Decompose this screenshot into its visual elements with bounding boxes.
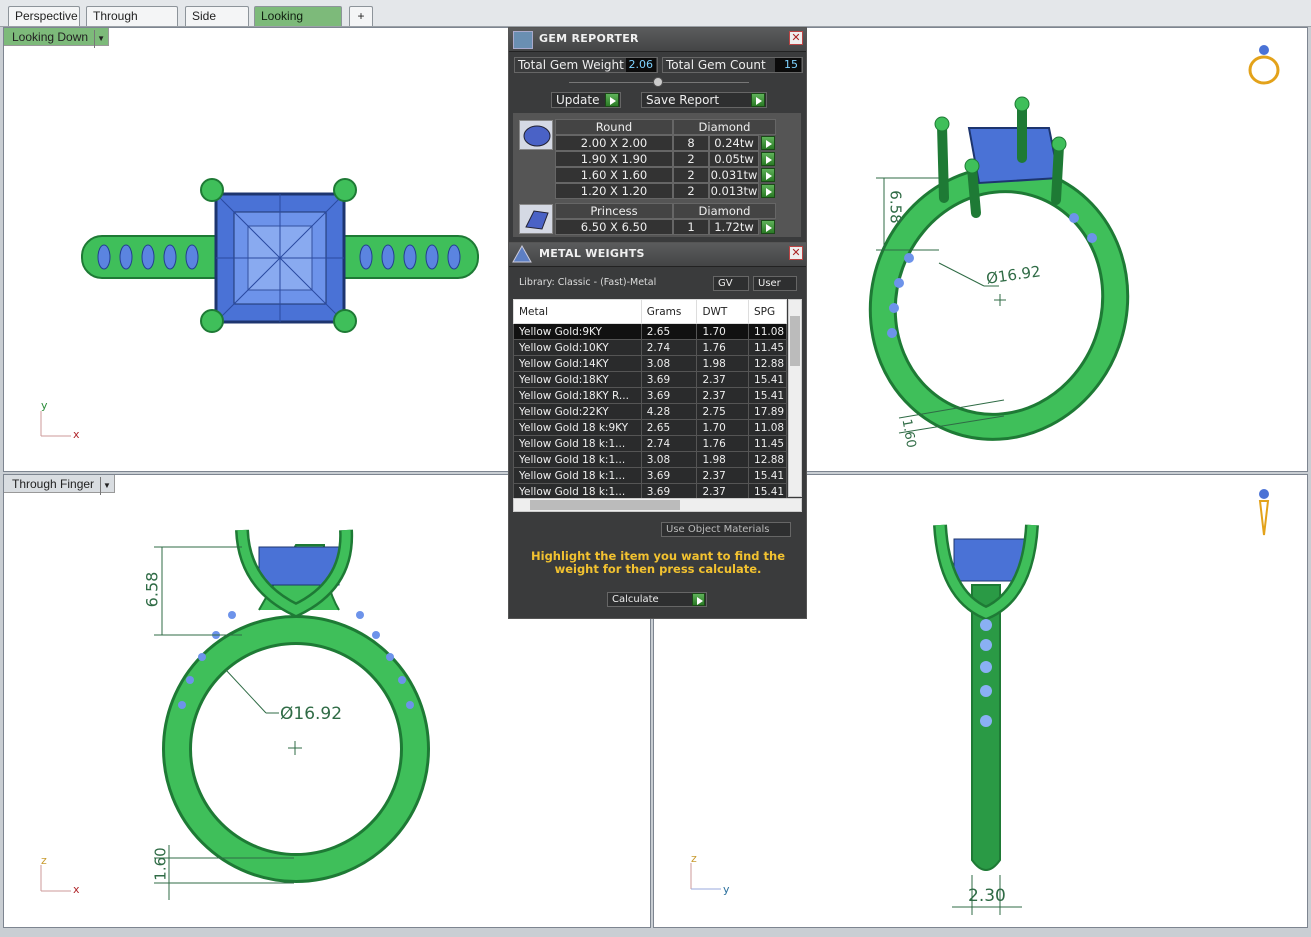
total-gem-count-value: 15 bbox=[775, 58, 801, 72]
gem-reporter-panel: GEM REPORTER ✕ Total Gem Weight 2.06 Tot… bbox=[508, 27, 807, 244]
save-report-button[interactable]: Save Report bbox=[641, 92, 767, 108]
hint-text: Highlight the item you want to find the … bbox=[531, 549, 785, 576]
gem-size: 2.00 X 2.00 bbox=[555, 135, 673, 151]
total-gem-weight-value: 2.06 bbox=[626, 58, 656, 72]
ring-side-orientation-icon[interactable] bbox=[1250, 485, 1278, 541]
metal-weights-title: METAL WEIGHTS bbox=[539, 247, 645, 260]
gem-weight: 1.72tw bbox=[709, 219, 759, 235]
dimension-band-width: 2.30 bbox=[968, 886, 1006, 906]
column-header-grams[interactable]: Grams bbox=[640, 299, 698, 324]
close-icon[interactable]: ✕ bbox=[789, 246, 803, 260]
app-window: Perspective Through Finger Side View Loo… bbox=[0, 0, 1311, 937]
axis-z-label: z bbox=[41, 854, 47, 867]
use-object-materials-toggle[interactable]: Use Object Materials bbox=[661, 522, 791, 537]
table-row[interactable]: Yellow Gold 18 k:1... 2.74 1.76 11.45 bbox=[513, 435, 787, 452]
close-icon[interactable]: ✕ bbox=[789, 31, 803, 45]
gem-weight: 0.24tw bbox=[709, 135, 759, 151]
column-header-dwt[interactable]: DWT bbox=[696, 299, 750, 324]
gem-reporter-title: GEM REPORTER bbox=[539, 32, 639, 45]
gem-shape-princess: Princess bbox=[555, 203, 673, 219]
dimension-prong-height: 6.58 bbox=[142, 571, 162, 608]
select-gem-icon[interactable] bbox=[761, 136, 775, 150]
library-label: Library: Classic - (Fast)-Metal bbox=[519, 277, 657, 288]
gem-shape-round: Round bbox=[555, 119, 673, 135]
axis-x-label: x bbox=[73, 883, 80, 896]
vertical-scrollbar[interactable] bbox=[788, 299, 802, 497]
viewport-tab-bar: Perspective Through Finger Side View Loo… bbox=[0, 0, 1311, 41]
princess-gem-icon bbox=[519, 204, 553, 234]
horizontal-scrollbar[interactable] bbox=[513, 498, 802, 512]
gem-qty: 2 bbox=[673, 167, 709, 183]
metal-table: Metal Grams DWT SPG Yellow Gold:9KY 2.65 1… bbox=[513, 299, 787, 500]
dimension-band-thickness: 1.60 bbox=[151, 847, 170, 881]
user-toggle[interactable]: User bbox=[753, 276, 797, 291]
table-row[interactable]: Yellow Gold:14KY 3.08 1.98 12.88 bbox=[513, 355, 787, 372]
table-row[interactable]: Yellow Gold 18 k:1... 3.69 2.37 15.41 bbox=[513, 467, 787, 484]
metal-weights-titlebar[interactable]: METAL WEIGHTS ✕ bbox=[509, 243, 806, 267]
table-row[interactable]: Yellow Gold:10KY 2.74 1.76 11.45 bbox=[513, 339, 787, 356]
select-gem-icon[interactable] bbox=[761, 152, 775, 166]
dimension-ring-diameter: Ø16.92 bbox=[280, 704, 343, 724]
tab-looking-down[interactable]: Looking Down bbox=[254, 6, 342, 41]
gem-reporter-titlebar[interactable]: GEM REPORTER ✕ bbox=[509, 28, 806, 52]
gem-size: 6.50 X 6.50 bbox=[555, 219, 673, 235]
gem-size: 1.90 X 1.90 bbox=[555, 151, 673, 167]
tab-through-finger[interactable]: Through Finger bbox=[86, 6, 178, 41]
gem-weight: 0.05tw bbox=[709, 151, 759, 167]
ring-orientation-icon[interactable] bbox=[1246, 42, 1282, 86]
tab-perspective[interactable]: Perspective bbox=[8, 6, 80, 26]
round-gem-icon bbox=[519, 120, 553, 150]
select-gem-icon[interactable] bbox=[761, 220, 775, 234]
gem-qty: 1 bbox=[673, 219, 709, 235]
select-gem-icon[interactable] bbox=[761, 168, 775, 182]
save-report-go-icon[interactable] bbox=[751, 93, 765, 107]
gem-qty: 2 bbox=[673, 151, 709, 167]
table-header-row: Metal Grams DWT SPG bbox=[513, 299, 787, 324]
gem-qty: 2 bbox=[673, 183, 709, 199]
axis-x-label: x bbox=[73, 428, 80, 441]
table-row[interactable]: Yellow Gold:9KY 2.65 1.70 11.08 bbox=[513, 323, 787, 340]
calculate-go-icon[interactable] bbox=[692, 593, 705, 606]
axis-y-label: y bbox=[41, 399, 48, 412]
column-header-spg[interactable]: SPG bbox=[748, 299, 787, 324]
dimension-prong-height: 6.58 bbox=[886, 190, 905, 224]
gem-size: 1.20 X 1.20 bbox=[555, 183, 673, 199]
table-row[interactable]: Yellow Gold:18KY 3.69 2.37 15.41 bbox=[513, 371, 787, 388]
column-header-metal[interactable]: Metal bbox=[513, 299, 642, 324]
tab-side-view[interactable]: Side View bbox=[185, 6, 249, 41]
table-row[interactable]: Yellow Gold 18 k:9KY 2.65 1.70 11.08 bbox=[513, 419, 787, 436]
gem-weight: 0.031tw bbox=[709, 167, 759, 183]
axis-y-label: y bbox=[723, 883, 730, 896]
gem-weight: 0.013tw bbox=[709, 183, 759, 199]
axis-z-label: z bbox=[691, 852, 697, 865]
scale-icon bbox=[511, 244, 533, 264]
gem-material-princess: Diamond bbox=[673, 203, 776, 219]
select-gem-icon[interactable] bbox=[761, 184, 775, 198]
table-row[interactable]: Yellow Gold 18 k:1... 3.08 1.98 12.88 bbox=[513, 451, 787, 468]
collapse-handle[interactable] bbox=[653, 77, 663, 87]
gem-reporter-icon bbox=[513, 31, 533, 49]
metal-weights-panel: METAL WEIGHTS ✕ Library: Classic - (Fast… bbox=[508, 242, 807, 619]
gem-size: 1.60 X 1.60 bbox=[555, 167, 673, 183]
gv-toggle[interactable]: GV bbox=[713, 276, 749, 291]
gem-material-round: Diamond bbox=[673, 119, 776, 135]
update-go-icon[interactable] bbox=[605, 93, 619, 107]
gem-qty: 8 bbox=[673, 135, 709, 151]
add-tab-button[interactable]: + bbox=[349, 6, 373, 26]
table-row[interactable]: Yellow Gold:22KY 4.28 2.75 17.89 bbox=[513, 403, 787, 420]
table-row[interactable]: Yellow Gold:18KY R... 3.69 2.37 15.41 bbox=[513, 387, 787, 404]
